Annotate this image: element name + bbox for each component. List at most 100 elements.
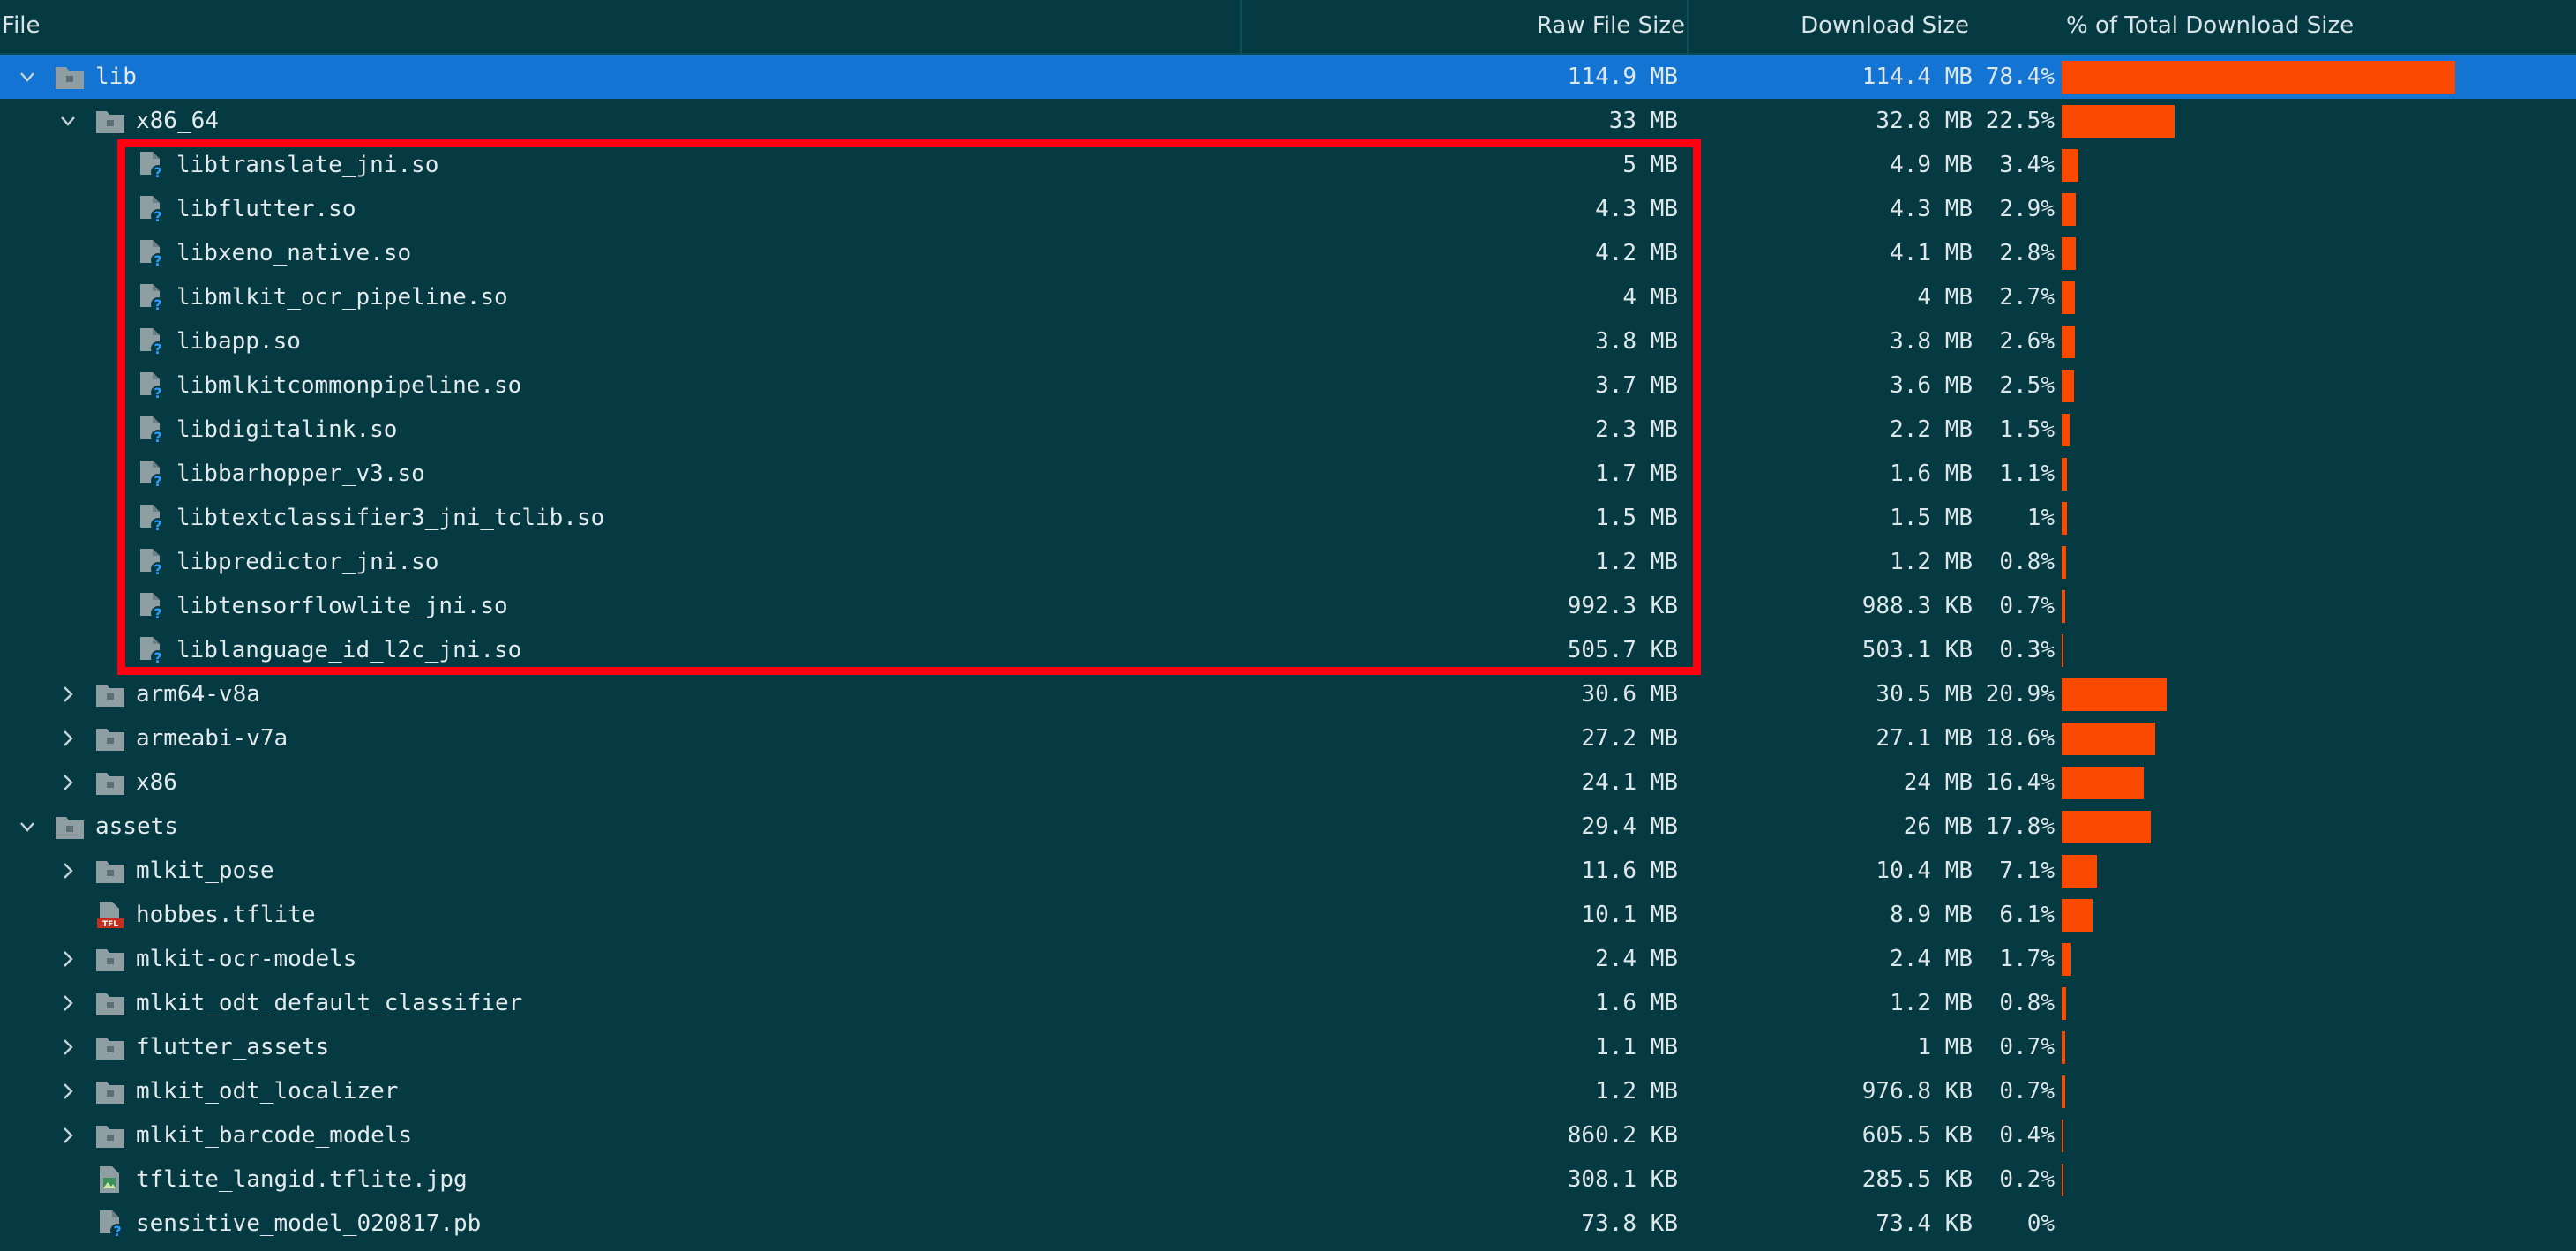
folder-icon <box>95 680 125 708</box>
row-name: libbarhopper_v3.so <box>176 461 425 487</box>
unknown-file-icon: ? <box>136 239 166 269</box>
percent-of-total: 0.7% <box>1999 1034 2055 1060</box>
column-divider[interactable] <box>1240 0 1242 55</box>
download-size: 1.2 MB <box>1890 549 1973 575</box>
download-size: 2.2 MB <box>1890 416 1973 443</box>
file-row[interactable]: ? liblanguage_id_l2c_jni.so 505.7 KB 503.1 … <box>0 628 2576 672</box>
raw-size: 4.2 MB <box>1595 240 1678 266</box>
size-bar <box>2062 1164 2063 1196</box>
percent-of-total: 1% <box>2026 505 2055 531</box>
size-bar <box>2062 634 2063 667</box>
column-header-file[interactable]: File <box>2 12 41 39</box>
chevron-right-icon[interactable] <box>56 771 79 794</box>
size-bar <box>2062 105 2175 138</box>
chevron-right-icon[interactable] <box>56 948 79 970</box>
chevron-right-icon[interactable] <box>56 1080 79 1103</box>
download-size: 3.6 MB <box>1890 372 1973 399</box>
folder-row[interactable]: assets 29.4 MB 26 MB 17.8% <box>0 805 2576 849</box>
size-bar <box>2062 943 2071 976</box>
svg-text:?: ? <box>154 561 161 576</box>
download-size: 24 MB <box>1903 769 1973 796</box>
svg-text:?: ? <box>154 385 161 400</box>
file-row[interactable]: TFL hobbes.tflite 10.1 MB 8.9 MB 6.1% <box>0 893 2576 937</box>
folder-row[interactable]: flutter_assets 1.1 MB 1 MB 0.7% <box>0 1025 2576 1069</box>
chevron-down-icon[interactable] <box>56 109 79 132</box>
chevron-right-icon[interactable] <box>56 1124 79 1147</box>
download-size: 1.2 MB <box>1890 990 1973 1016</box>
download-size: 32.8 MB <box>1876 108 1973 134</box>
percent-of-total: 20.9% <box>1985 681 2055 708</box>
chevron-down-icon[interactable] <box>16 65 39 88</box>
percent-of-total: 2.6% <box>1999 328 2055 355</box>
folder-row[interactable]: armeabi-v7a 27.2 MB 27.1 MB 18.6% <box>0 716 2576 760</box>
row-name: hobbes.tflite <box>136 902 316 928</box>
size-bar <box>2062 899 2093 932</box>
percent-of-total: 2.7% <box>1999 284 2055 311</box>
row-name: assets <box>95 813 178 840</box>
size-bar <box>2062 811 2151 843</box>
file-row[interactable]: ? libflutter.so 4.3 MB 4.3 MB 2.9% <box>0 187 2576 231</box>
size-bar <box>2062 546 2066 579</box>
folder-row[interactable]: x86 24.1 MB 24 MB 16.4% <box>0 760 2576 805</box>
unknown-file-icon: ? <box>136 327 166 357</box>
file-row[interactable]: ? libtranslate_jni.so 5 MB 4.9 MB 3.4% <box>0 143 2576 187</box>
raw-size: 10.1 MB <box>1581 902 1678 928</box>
folder-row[interactable]: mlkit-ocr-models 2.4 MB 2.4 MB 1.7% <box>0 937 2576 981</box>
chevron-down-icon[interactable] <box>16 815 39 838</box>
folder-row[interactable]: mlkit_barcode_models 860.2 KB 605.5 KB 0.4% <box>0 1113 2576 1157</box>
file-row[interactable]: ? libapp.so 3.8 MB 3.8 MB 2.6% <box>0 319 2576 363</box>
column-header-percent[interactable]: % of Total Download Size <box>2066 12 2354 39</box>
column-divider[interactable] <box>1687 0 1689 55</box>
folder-icon <box>95 107 125 135</box>
percent-of-total: 18.6% <box>1985 725 2055 752</box>
row-name: mlkit_odt_default_classifier <box>136 990 523 1016</box>
percent-of-total: 1.1% <box>1999 461 2055 487</box>
percent-of-total: 22.5% <box>1985 108 2055 134</box>
file-row[interactable]: ? libtextclassifier3_jni_tclib.so 1.5 MB 1.… <box>0 496 2576 540</box>
chevron-right-icon[interactable] <box>56 683 79 706</box>
unknown-file-icon: ? <box>136 548 166 578</box>
file-tree: lib 114.9 MB 114.4 MB 78.4% x86_64 33 MB 32.8 … <box>0 55 2576 1246</box>
raw-size: 2.4 MB <box>1595 946 1678 972</box>
chevron-right-icon[interactable] <box>56 1036 79 1059</box>
raw-size: 860.2 KB <box>1567 1122 1678 1149</box>
folder-icon <box>95 1121 125 1150</box>
row-name: lib <box>95 64 137 90</box>
chevron-right-icon[interactable] <box>56 727 79 750</box>
column-header-download-size[interactable]: Download Size <box>1801 12 1969 39</box>
folder-row[interactable]: lib 114.9 MB 114.4 MB 78.4% <box>0 55 2576 99</box>
column-header-raw-size[interactable]: Raw File Size <box>1537 12 1685 39</box>
svg-text:TFL: TFL <box>102 920 118 929</box>
chevron-right-icon[interactable] <box>56 992 79 1015</box>
download-size: 976.8 KB <box>1861 1078 1973 1105</box>
size-bar <box>2062 281 2075 314</box>
file-row[interactable]: ? libmlkitcommonpipeline.so 3.7 MB 3.6 MB 2.… <box>0 363 2576 408</box>
folder-row[interactable]: mlkit_pose 11.6 MB 10.4 MB 7.1% <box>0 849 2576 893</box>
folder-row[interactable]: x86_64 33 MB 32.8 MB 22.5% <box>0 99 2576 143</box>
file-row[interactable]: ? libxeno_native.so 4.2 MB 4.1 MB 2.8% <box>0 231 2576 275</box>
folder-row[interactable]: mlkit_odt_default_classifier 1.6 MB 1.2 MB… <box>0 981 2576 1025</box>
file-row[interactable]: tflite_langid.tflite.jpg 308.1 KB 285.5 KB… <box>0 1157 2576 1202</box>
svg-text:?: ? <box>154 517 161 532</box>
unknown-file-icon: ? <box>136 195 166 225</box>
file-row[interactable]: ? libpredictor_jni.so 1.2 MB 1.2 MB 0.8% <box>0 540 2576 584</box>
percent-of-total: 2.5% <box>1999 372 2055 399</box>
folder-icon <box>55 63 85 91</box>
file-row[interactable]: ? libmlkit_ocr_pipeline.so 4 MB 4 MB 2.7% <box>0 275 2576 319</box>
raw-size: 1.5 MB <box>1595 505 1678 531</box>
row-name: libmlkitcommonpipeline.so <box>176 372 522 399</box>
file-row[interactable]: ? libdigitalink.so 2.3 MB 2.2 MB 1.5% <box>0 408 2576 452</box>
percent-of-total: 3.4% <box>1999 152 2055 178</box>
folder-row[interactable]: mlkit_odt_localizer 1.2 MB 976.8 KB 0.7% <box>0 1069 2576 1113</box>
folder-row[interactable]: arm64-v8a 30.6 MB 30.5 MB 20.9% <box>0 672 2576 716</box>
file-row[interactable]: ? sensitive_model_020817.pb 73.8 KB 73.4 KB… <box>0 1202 2576 1246</box>
folder-icon <box>95 945 125 973</box>
raw-size: 3.7 MB <box>1595 372 1678 399</box>
unknown-file-icon: ? <box>136 283 166 313</box>
chevron-right-icon[interactable] <box>56 859 79 882</box>
size-bar <box>2062 855 2097 888</box>
file-row[interactable]: ? libtensorflowlite_jni.so 992.3 KB 988.3 K… <box>0 584 2576 628</box>
unknown-file-icon: ? <box>136 416 166 446</box>
file-row[interactable]: ? libbarhopper_v3.so 1.7 MB 1.6 MB 1.1% <box>0 452 2576 496</box>
download-size: 26 MB <box>1903 813 1973 840</box>
